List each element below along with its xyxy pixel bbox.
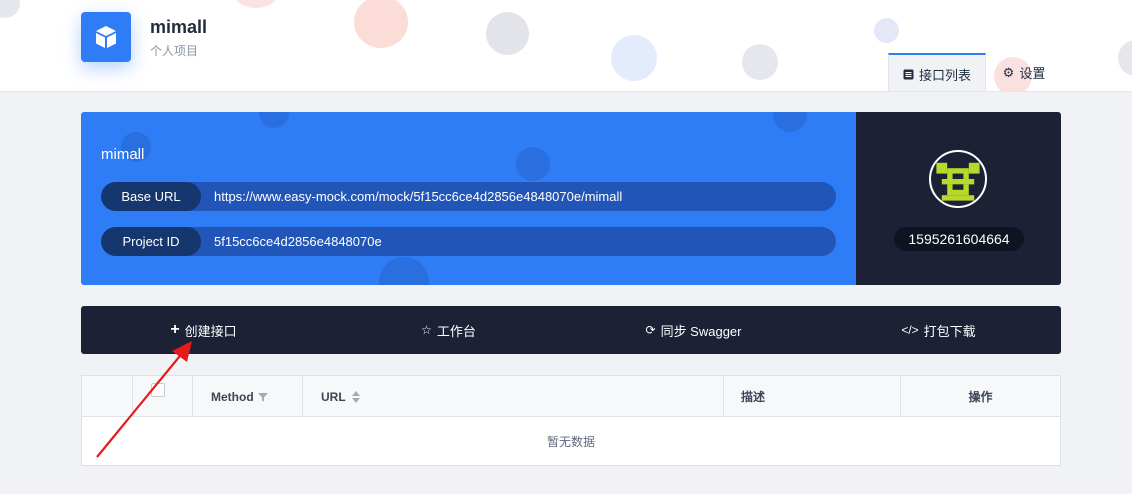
base-url-value[interactable]: https://www.easy-mock.com/mock/5f15cc6ce… xyxy=(201,189,622,204)
filter-icon[interactable] xyxy=(257,392,268,402)
download-label: 打包下载 xyxy=(923,323,976,339)
create-api-button[interactable]: + 创建接口 xyxy=(81,306,326,354)
column-description-label: 描述 xyxy=(741,390,766,404)
decor-bubble xyxy=(516,147,550,181)
table-header: Method URL 描述 操作 xyxy=(82,376,1060,417)
gear-icon: ⚙ xyxy=(1002,64,1015,80)
column-method[interactable]: Method xyxy=(193,376,303,417)
project-title: mimall xyxy=(150,17,208,37)
select-all-checkbox[interactable] xyxy=(151,382,165,397)
sort-icon[interactable] xyxy=(351,390,360,403)
decor-bubble xyxy=(236,0,276,8)
list-icon xyxy=(903,69,914,79)
base-url-label: Base URL xyxy=(101,182,201,211)
column-actions-label: 操作 xyxy=(968,390,993,404)
star-icon: ☆ xyxy=(421,323,432,337)
project-id-value[interactable]: 5f15cc6ce4d2856e4848070e xyxy=(201,234,382,249)
column-actions: 操作 xyxy=(901,376,1060,417)
action-toolbar: + 创建接口 ☆ 工作台 ⟳ 同步 Swagger </> 打包下载 xyxy=(81,306,1061,354)
decor-bubble xyxy=(611,35,657,81)
project-header: mimall 个人项目 接口列表 ⚙ 设置 xyxy=(0,0,1132,92)
api-table: Method URL 描述 操作 暂无数据 xyxy=(81,375,1061,466)
project-id-row: Project ID 5f15cc6ce4d2856e4848070e xyxy=(101,227,836,256)
identicon-icon xyxy=(931,152,985,206)
decor-bubble xyxy=(259,112,289,128)
decor-bubble xyxy=(1118,40,1132,76)
project-name: mimall xyxy=(101,146,145,163)
plus-icon: + xyxy=(170,321,180,338)
project-info-card: mimall Base URL https://www.easy-mock.co… xyxy=(81,112,856,285)
decor-bubble xyxy=(354,0,408,48)
sync-swagger-button[interactable]: ⟳ 同步 Swagger xyxy=(571,306,816,354)
decor-bubble xyxy=(379,257,429,285)
tab-api-list[interactable]: 接口列表 xyxy=(888,53,986,91)
download-button[interactable]: </> 打包下载 xyxy=(816,306,1061,354)
project-type: 个人项目 xyxy=(150,44,199,58)
tab-label: 设置 xyxy=(1019,66,1046,81)
decor-bubble xyxy=(0,0,20,18)
code-icon: </> xyxy=(901,323,919,337)
decor-bubble xyxy=(742,44,778,80)
project-id-label: Project ID xyxy=(101,227,201,256)
expand-column xyxy=(82,376,133,417)
decor-bubble xyxy=(874,18,899,43)
base-url-row: Base URL https://www.easy-mock.com/mock/… xyxy=(101,182,836,211)
cube-icon xyxy=(96,26,116,48)
select-column xyxy=(133,376,193,417)
create-api-label: 创建接口 xyxy=(184,323,237,339)
tab-label: 接口列表 xyxy=(918,67,971,83)
tab-settings[interactable]: ⚙ 设置 xyxy=(990,53,1058,91)
decor-bubble xyxy=(773,112,807,132)
project-logo xyxy=(81,12,131,62)
column-url[interactable]: URL xyxy=(303,376,724,417)
sync-swagger-label: 同步 Swagger xyxy=(660,323,742,339)
column-method-label: Method xyxy=(211,389,254,404)
column-description: 描述 xyxy=(724,376,901,417)
column-url-label: URL xyxy=(321,389,346,404)
avatar[interactable] xyxy=(929,150,987,208)
empty-state: 暂无数据 xyxy=(546,434,595,449)
refresh-icon: ⟳ xyxy=(645,323,656,337)
decor-bubble xyxy=(486,12,529,55)
workbench-button[interactable]: ☆ 工作台 xyxy=(326,306,571,354)
user-id: 1595261604664 xyxy=(894,227,1024,251)
workbench-label: 工作台 xyxy=(436,323,476,339)
user-card: 1595261604664 xyxy=(856,112,1061,285)
